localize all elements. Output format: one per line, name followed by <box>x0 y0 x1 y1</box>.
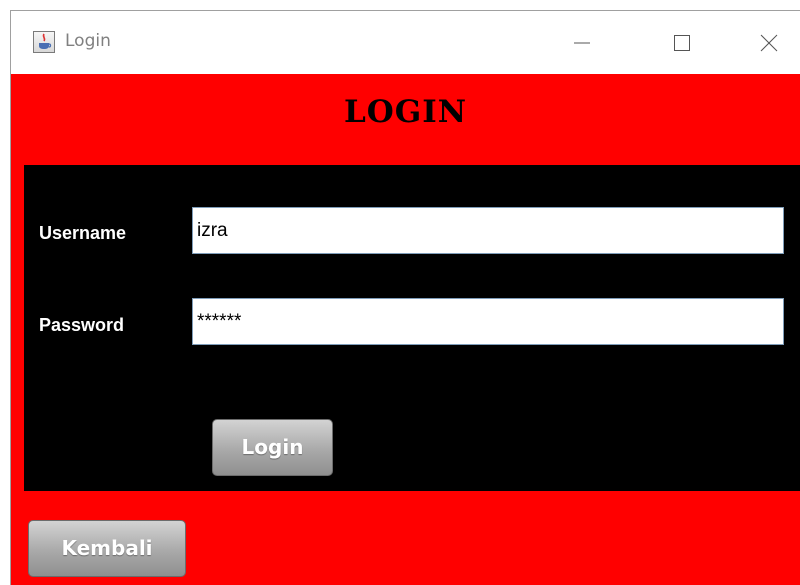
back-button[interactable]: Kembali <box>28 520 186 577</box>
java-cup-icon <box>33 31 55 53</box>
title-bar[interactable]: Login <box>11 11 800 74</box>
close-icon <box>760 34 778 52</box>
page-title: LOGIN <box>343 94 468 130</box>
password-field[interactable]: ****** <box>192 298 784 345</box>
close-button[interactable] <box>746 23 792 63</box>
maximize-icon <box>674 35 690 51</box>
login-form-panel: Username izra Password ****** Login <box>24 165 800 491</box>
username-field[interactable]: izra <box>192 207 784 254</box>
login-button[interactable]: Login <box>212 419 333 476</box>
password-label: Password <box>39 315 125 335</box>
minimize-button[interactable] <box>559 23 605 63</box>
login-window: Login LOGIN Username izra Password *****… <box>10 10 800 585</box>
minimize-icon <box>574 42 590 44</box>
maximize-button[interactable] <box>659 23 705 63</box>
window-title: Login <box>65 31 111 51</box>
username-label: Username <box>39 223 127 243</box>
